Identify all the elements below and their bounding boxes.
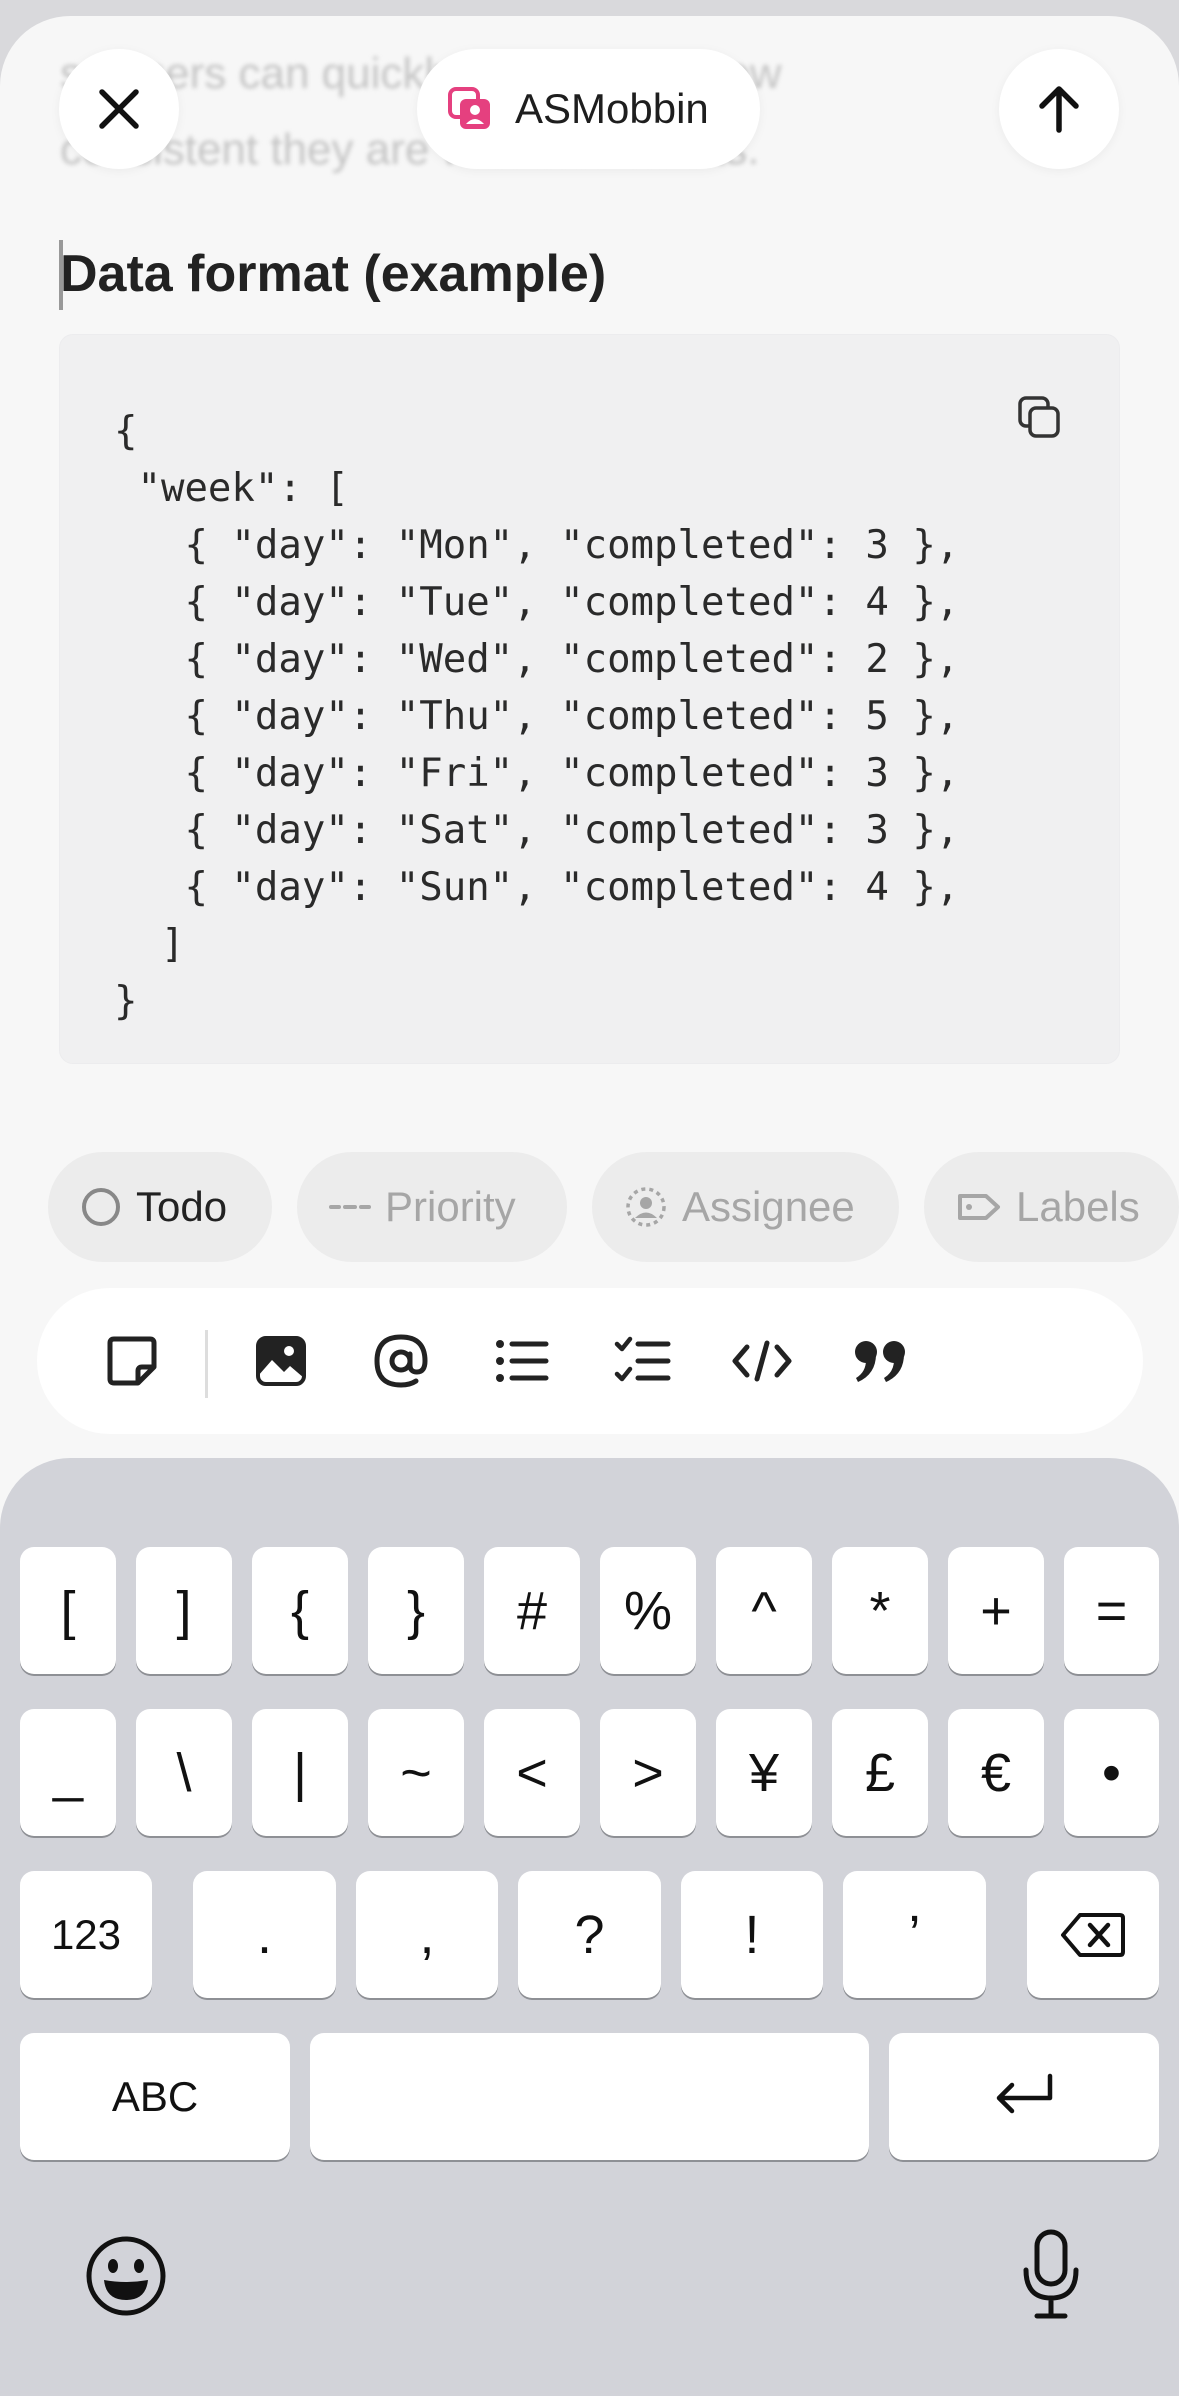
bullet-list-icon	[496, 1340, 549, 1382]
space-key[interactable]	[310, 2033, 869, 2160]
checklist-button[interactable]	[611, 1329, 675, 1393]
key[interactable]: |	[252, 1709, 348, 1836]
key[interactable]: ,	[356, 1871, 498, 1998]
code-line: { "day": "Mon", "completed": 3 },	[114, 523, 960, 568]
assignee-icon	[626, 1187, 666, 1227]
copy-icon	[1018, 396, 1060, 438]
key[interactable]: =	[1064, 1547, 1159, 1674]
assignee-label: Assignee	[682, 1183, 855, 1230]
key[interactable]: !	[681, 1871, 823, 1998]
code-line: ]	[114, 922, 185, 967]
code-line: { "day": "Thu", "completed": 5 },	[114, 694, 960, 739]
toolbar-divider	[205, 1330, 208, 1398]
key[interactable]: ¥	[716, 1709, 812, 1836]
status-label: Todo	[136, 1183, 228, 1230]
project-chip[interactable]: ASMobbin	[417, 49, 760, 169]
key[interactable]: }	[368, 1547, 464, 1674]
key[interactable]: +	[948, 1547, 1044, 1674]
close-icon	[99, 89, 139, 129]
microphone-icon	[1023, 2229, 1079, 2319]
key[interactable]: [	[20, 1547, 116, 1674]
labels-pill[interactable]: Labels	[924, 1152, 1179, 1262]
code-line: }	[114, 979, 138, 1024]
key[interactable]: %	[600, 1547, 696, 1674]
copy-code-button[interactable]	[1014, 392, 1064, 442]
return-key[interactable]	[889, 2033, 1159, 2160]
key[interactable]: #	[484, 1547, 580, 1674]
mention-icon	[374, 1334, 428, 1388]
abc-key[interactable]: ABC	[20, 2033, 290, 2160]
key[interactable]: £	[832, 1709, 928, 1836]
bullet-list-button[interactable]	[490, 1329, 554, 1393]
code-icon	[732, 1340, 792, 1382]
labels-label: Labels	[1016, 1183, 1140, 1230]
key[interactable]: ^	[716, 1547, 812, 1674]
delete-key[interactable]	[1027, 1871, 1159, 1998]
key[interactable]: \	[136, 1709, 232, 1836]
key[interactable]: <	[484, 1709, 580, 1836]
checklist-icon	[614, 1336, 671, 1382]
status-circle-icon	[82, 1188, 120, 1226]
key[interactable]: ]	[136, 1547, 232, 1674]
key[interactable]: .	[193, 1871, 336, 1998]
key[interactable]: •	[1064, 1709, 1159, 1836]
status-todo-pill[interactable]: Todo	[48, 1152, 272, 1262]
key[interactable]: >	[600, 1709, 696, 1836]
code-line: { "day": "Sat", "completed": 3 },	[114, 808, 960, 853]
arrow-up-icon	[1039, 86, 1079, 133]
priority-pill[interactable]: Priority	[297, 1152, 567, 1262]
key[interactable]: {	[252, 1547, 348, 1674]
emoji-icon	[86, 2236, 166, 2316]
code-line: { "day": "Tue", "completed": 4 },	[114, 580, 960, 625]
key[interactable]: ~	[368, 1709, 464, 1836]
key[interactable]: €	[948, 1709, 1044, 1836]
numbers-key[interactable]: 123	[20, 1871, 152, 1998]
key[interactable]: *	[832, 1547, 928, 1674]
project-label: ASMobbin	[515, 85, 709, 132]
quote-button[interactable]	[849, 1329, 913, 1393]
format-toolbar	[37, 1288, 1143, 1434]
key[interactable]: ?	[518, 1871, 661, 1998]
priority-dashes-icon	[329, 1205, 371, 1209]
quote-icon	[855, 1341, 905, 1382]
key[interactable]: ’	[843, 1871, 986, 1998]
emoji-button[interactable]	[84, 2234, 168, 2318]
label-tag-icon	[958, 1194, 1000, 1220]
mention-button[interactable]	[369, 1329, 433, 1393]
project-icon	[448, 87, 490, 129]
code-line: { "day": "Fri", "completed": 3 },	[114, 751, 960, 796]
backspace-icon	[1061, 1912, 1125, 1957]
code-line: { "day": "Wed", "completed": 2 },	[114, 637, 960, 682]
priority-label: Priority	[385, 1183, 516, 1230]
key[interactable]: _	[20, 1709, 116, 1836]
send-button[interactable]	[999, 49, 1119, 169]
assignee-pill[interactable]: Assignee	[592, 1152, 899, 1262]
code-line: { "day": "Sun", "completed": 4 },	[114, 865, 960, 910]
sticky-note-button[interactable]	[100, 1329, 164, 1393]
code-line: {	[114, 409, 138, 454]
image-icon	[256, 1336, 306, 1386]
sticky-note-icon	[107, 1336, 157, 1386]
editor-heading[interactable]: Data format (example)	[60, 244, 606, 304]
insert-image-button[interactable]	[249, 1329, 313, 1393]
close-button[interactable]	[59, 49, 179, 169]
code-button[interactable]	[730, 1329, 794, 1393]
return-icon	[996, 2073, 1053, 2113]
code-line: "week": [	[114, 466, 349, 511]
dictation-button[interactable]	[1016, 2228, 1086, 2320]
